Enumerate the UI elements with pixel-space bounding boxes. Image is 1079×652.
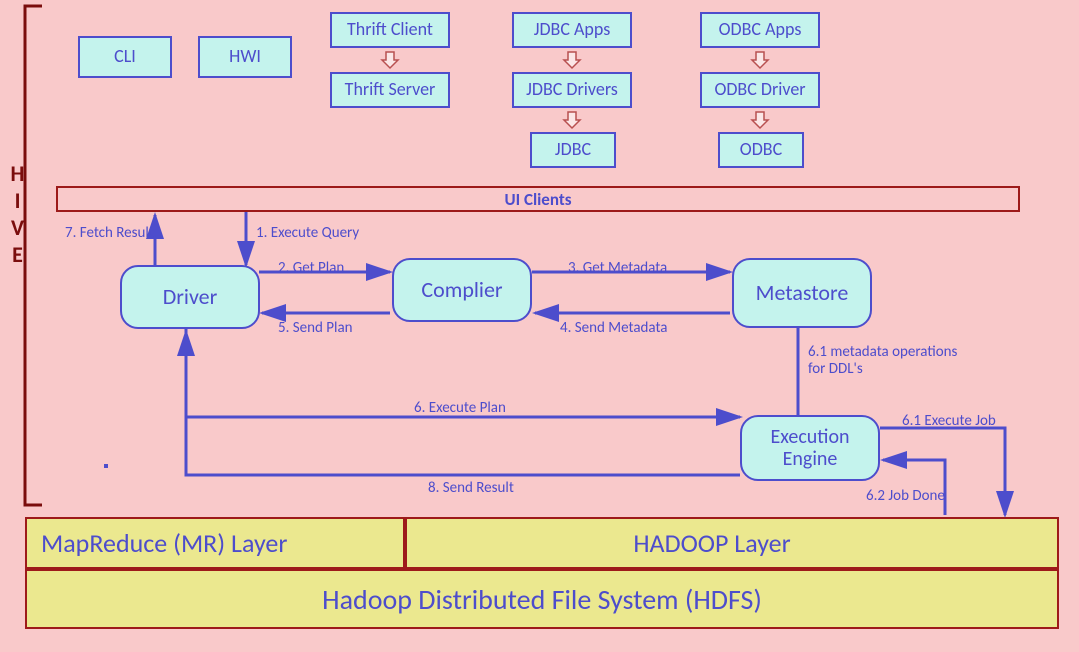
down-arrow-icon (750, 50, 770, 70)
flow-label-8: 8. Send Result (428, 480, 514, 497)
flow-label-7: 7. Fetch Result (65, 225, 154, 242)
hadoop-layer-box: HADOOP Layer (405, 517, 1059, 569)
flow-label-62: 6.2 Job Done (866, 488, 945, 505)
thrift-server-box: Thrift Server (330, 72, 450, 108)
mapreduce-layer-box: MapReduce (MR) Layer (25, 517, 405, 569)
flow-label-5: 5. Send Plan (278, 320, 353, 337)
compiler-box: Complier (392, 258, 532, 322)
odbc-driver-box: ODBC Driver (700, 72, 820, 108)
jdbc-drivers-box: JDBC Drivers (512, 72, 632, 108)
down-arrow-icon (562, 50, 582, 70)
hive-section-label: HIVE (4, 160, 31, 268)
jdbc-apps-box: JDBC Apps (512, 12, 632, 48)
hdfs-layer-box: Hadoop Distributed File System (HDFS) (25, 569, 1059, 629)
flow-label-61b: 6.1 Execute Job (902, 413, 996, 430)
down-arrow-icon (380, 50, 400, 70)
jdbc-box: JDBC (530, 132, 616, 168)
hwi-box: HWI (198, 36, 292, 78)
execution-engine-box: Execution Engine (740, 415, 880, 481)
down-arrow-icon (562, 110, 582, 130)
flow-label-1: 1. Execute Query (256, 225, 359, 242)
thrift-client-box: Thrift Client (330, 12, 450, 48)
ui-clients-bar: UI Clients (56, 186, 1020, 212)
flow-label-4: 4. Send Metadata (560, 320, 667, 337)
flow-label-61: 6.1 metadata operations for DDL's (808, 344, 958, 379)
cli-box: CLI (78, 36, 172, 78)
odbc-apps-box: ODBC Apps (700, 12, 820, 48)
flow-label-6: 6. Execute Plan (414, 400, 506, 417)
metastore-box: Metastore (732, 258, 872, 328)
dot (104, 464, 108, 468)
flow-label-2: 2. Get Plan (278, 260, 344, 277)
driver-box: Driver (120, 265, 260, 329)
down-arrow-icon (750, 110, 770, 130)
flow-label-3: 3. Get Metadata (568, 260, 667, 277)
odbc-box: ODBC (718, 132, 804, 168)
